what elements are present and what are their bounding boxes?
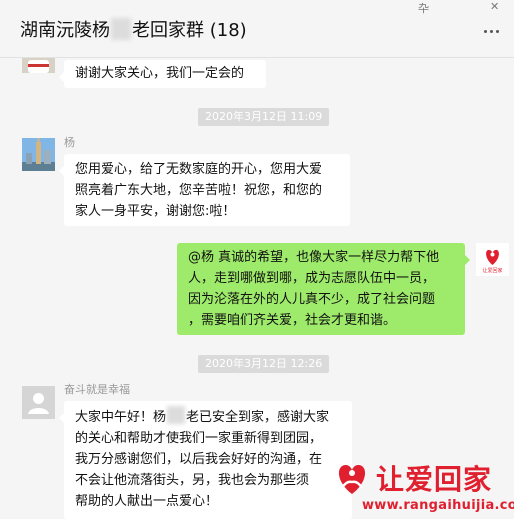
- watermark-url: www.rangaihuijia.com: [362, 498, 514, 513]
- message-line: 的关心和帮助才使我们一家重新得到团园，: [75, 431, 323, 446]
- message-line: 帮助的人献出一点爱心！: [75, 494, 219, 509]
- message-bubble[interactable]: 您用爱心，给了无数家庭的开心，您用大爱 照亮着广东大地，您辛苦啦！祝您，和您的 …: [59, 154, 350, 226]
- pin-window-button[interactable]: 卆: [418, 0, 429, 16]
- watermark: 让爱回家 www.rangaihuijia.com: [332, 456, 514, 518]
- timestamp: 2020年3月12日 12:26: [198, 355, 330, 373]
- sender-name: 奋斗就是幸福: [64, 383, 130, 396]
- message-line: 家人一身平安，谢谢您:啦！: [75, 204, 236, 219]
- chat-title-part1: 湖南沅陵杨: [20, 20, 110, 41]
- message-bubble[interactable]: 谢谢大家关心，我们一定会的: [59, 60, 266, 88]
- redacted-name: [167, 406, 186, 424]
- watermark-text: 让爱回家: [376, 463, 493, 496]
- chat-title-part2: 老回家群 (18): [132, 20, 247, 41]
- heart-hands-logo-icon: [338, 464, 366, 494]
- person-photo-icon: [22, 58, 55, 73]
- message-line: @杨 真诚的希望，也像大家一样尽力帮下他: [188, 250, 440, 265]
- avatar[interactable]: [22, 138, 55, 171]
- message-line: 您用爱心，给了无数家庭的开心，您用大爱: [75, 162, 323, 177]
- message-line: 大家中午好！杨 老已安全到家，感谢大家: [75, 406, 341, 428]
- default-user-icon: [22, 386, 55, 419]
- message-line: 因为沦落在外的人儿真不少，成了社会问题: [188, 292, 436, 307]
- message-line: 照亮着广东大地，您辛苦啦！祝您，和您的: [75, 183, 323, 198]
- message-line: ，需要咱们齐关爱，社会才更和谐。: [188, 313, 397, 328]
- city-skyline-avatar-icon: [22, 138, 55, 171]
- message-text: 谢谢大家关心，我们一定会的: [75, 66, 245, 81]
- timestamp: 2020年3月12日 11:09: [198, 108, 330, 126]
- redacted-name: [111, 18, 131, 40]
- self-avatar[interactable]: 让爱回家: [476, 243, 509, 276]
- message-line: 不会让他流落街头，另，我也会为那些须: [75, 473, 310, 488]
- avatar[interactable]: [22, 386, 55, 419]
- avatar[interactable]: [22, 58, 55, 73]
- more-options-icon[interactable]: [484, 30, 500, 34]
- sender-name: 杨: [64, 136, 75, 149]
- logo-caption: 让爱回家: [482, 268, 503, 274]
- message-bubble[interactable]: 大家中午好！杨 老已安全到家，感谢大家 的关心和帮助才使我们一家重新得到团园， 我…: [59, 401, 352, 519]
- chat-title: 湖南沅陵杨 老回家群 (18): [20, 16, 247, 42]
- message-line: 我万分感谢您们，以后我会好好的沟通，在: [75, 452, 323, 467]
- message-bubble-outgoing[interactable]: @杨 真诚的希望，也像大家一样尽力帮下他 人，走到哪做到哪，成为志愿队伍中一员，…: [177, 243, 470, 335]
- message-line: 人，走到哪做到哪，成为志愿队伍中一员，: [188, 271, 436, 286]
- chat-header: 湖南沅陵杨 老回家群 (18) 卆 ✕: [0, 0, 514, 58]
- close-window-button[interactable]: ✕: [490, 0, 499, 13]
